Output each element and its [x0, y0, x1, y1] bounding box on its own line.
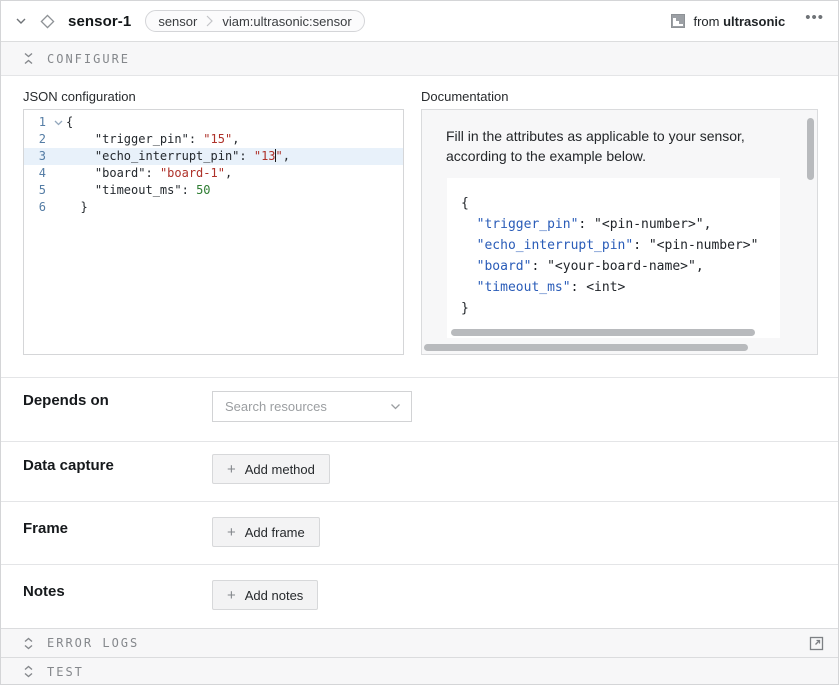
line-number: 2: [24, 131, 50, 148]
line-number: 4: [24, 165, 50, 182]
badge-type-label: sensor: [158, 14, 197, 29]
error-logs-section-header[interactable]: ERROR LOGS: [1, 628, 838, 657]
doc-code-line: "echo_interrupt_pin": "<pin-number>": [461, 235, 780, 256]
code-text: {: [66, 114, 73, 131]
fold-gutter: [50, 182, 66, 199]
doc-code-line: {: [461, 193, 780, 214]
code-text: "trigger_pin": "15",: [66, 131, 239, 148]
add-notes-button[interactable]: + Add notes: [212, 580, 318, 610]
editor-line[interactable]: 3 "echo_interrupt_pin": "13",: [24, 148, 403, 165]
documentation-code-lines: { "trigger_pin": "<pin-number>", "echo_i…: [461, 193, 780, 319]
notes-row: Notes + Add notes: [1, 564, 838, 628]
overflow-menu-button[interactable]: •••: [805, 13, 824, 29]
fold-gutter: [50, 165, 66, 182]
frame-label: Frame: [23, 520, 68, 537]
documentation-code-block: { "trigger_pin": "<pin-number>", "echo_i…: [447, 178, 780, 338]
depends-on-placeholder: Search resources: [225, 399, 390, 414]
expand-vertical-icon: [23, 665, 34, 678]
collapse-chevron-icon[interactable]: [15, 17, 27, 25]
json-configuration-label: JSON configuration: [23, 89, 136, 104]
editor-line[interactable]: 4 "board": "board-1",: [24, 165, 403, 182]
plus-icon: +: [227, 462, 236, 477]
from-module-label: from ultrasonic: [693, 14, 785, 29]
header-right-group: from ultrasonic •••: [671, 13, 824, 29]
configure-section-label: CONFIGURE: [47, 52, 130, 66]
doc-code-line: }: [461, 298, 780, 319]
sensor-diamond-icon: [39, 13, 56, 30]
component-type-badge: sensor viam:ultrasonic:sensor: [145, 10, 364, 32]
add-method-button[interactable]: + Add method: [212, 454, 330, 484]
doc-code-line: "board": "<your-board-name>",: [461, 256, 780, 277]
component-header: sensor-1 sensor viam:ultrasonic:sensor f…: [1, 1, 838, 42]
fold-gutter: [50, 199, 66, 216]
fold-gutter: [50, 148, 66, 165]
editor-line[interactable]: 6 }: [24, 199, 403, 216]
component-name: sensor-1: [68, 13, 131, 30]
chevron-down-icon: [390, 403, 401, 410]
documentation-label: Documentation: [421, 89, 508, 104]
depends-on-label: Depends on: [23, 392, 109, 409]
code-text: "timeout_ms": 50: [66, 182, 211, 199]
editor-line[interactable]: 2 "trigger_pin": "15",: [24, 131, 403, 148]
configure-section-body: JSON configuration 1{2 "trigger_pin": "1…: [1, 76, 838, 377]
doc-code-line: "trigger_pin": "<pin-number>",: [461, 214, 780, 235]
editor-line[interactable]: 1{: [24, 114, 403, 131]
fold-gutter: [50, 131, 66, 148]
code-text: "board": "board-1",: [66, 165, 232, 182]
open-logs-external-button[interactable]: [809, 636, 824, 651]
badge-model-label: viam:ultrasonic:sensor: [222, 14, 351, 29]
test-section-header[interactable]: TEST: [1, 657, 838, 685]
json-editor-lines: 1{2 "trigger_pin": "15",3 "echo_interrup…: [24, 114, 403, 216]
data-capture-row: Data capture + Add method: [1, 441, 838, 501]
code-text: }: [66, 199, 88, 216]
doc-code-line: "timeout_ms": <int>: [461, 277, 780, 298]
plus-icon: +: [227, 588, 236, 603]
frame-row: Frame + Add frame: [1, 501, 838, 564]
expand-vertical-icon: [23, 637, 34, 650]
line-number: 6: [24, 199, 50, 216]
depends-on-row: Depends on Search resources: [1, 377, 838, 441]
configure-section-header[interactable]: CONFIGURE: [1, 42, 838, 76]
error-logs-section-label: ERROR LOGS: [47, 636, 139, 650]
module-icon: [671, 14, 685, 28]
json-config-editor[interactable]: 1{2 "trigger_pin": "15",3 "echo_interrup…: [23, 109, 404, 355]
depends-on-select[interactable]: Search resources: [212, 391, 412, 422]
line-number: 3: [24, 148, 50, 165]
test-section-label: TEST: [47, 665, 84, 679]
documentation-intro-text: Fill in the attributes as applicable to …: [446, 126, 787, 167]
doc-panel-horizontal-scrollbar[interactable]: [424, 344, 748, 351]
code-block-horizontal-scrollbar[interactable]: [451, 329, 755, 336]
documentation-panel: Fill in the attributes as applicable to …: [421, 109, 818, 355]
doc-panel-vertical-scrollbar[interactable]: [807, 118, 814, 180]
code-text: "echo_interrupt_pin": "13",: [66, 148, 290, 165]
editor-line[interactable]: 5 "timeout_ms": 50: [24, 182, 403, 199]
collapse-vertical-icon: [23, 52, 34, 65]
fold-chevron-icon[interactable]: [50, 114, 66, 131]
data-capture-label: Data capture: [23, 457, 114, 474]
add-frame-button[interactable]: + Add frame: [212, 517, 320, 547]
component-config-card: sensor-1 sensor viam:ultrasonic:sensor f…: [0, 0, 839, 685]
line-number: 5: [24, 182, 50, 199]
line-number: 1: [24, 114, 50, 131]
notes-label: Notes: [23, 583, 65, 600]
chevron-right-icon: [206, 15, 213, 27]
plus-icon: +: [227, 525, 236, 540]
